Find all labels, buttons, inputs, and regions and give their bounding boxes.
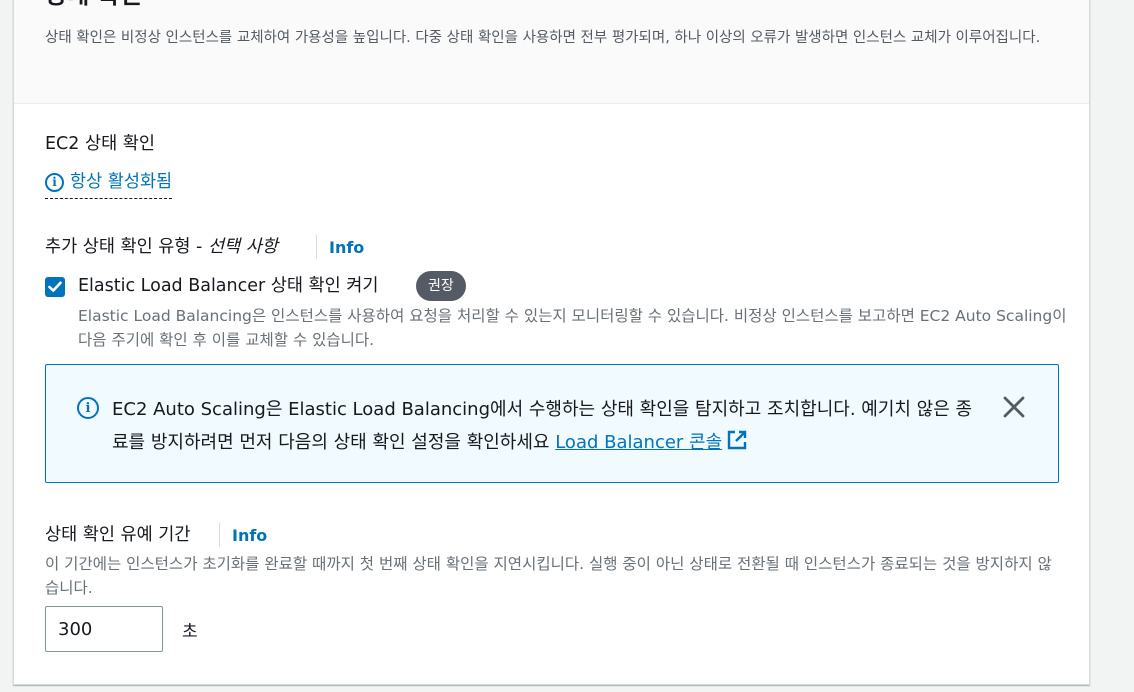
grace-period-help: 이 기간에는 인스턴스가 초기화를 완료할 때까지 첫 번째 상태 확인을 지연… (45, 555, 1052, 597)
always-on-text: 항상 활성화됨 (70, 172, 173, 192)
grace-period-input[interactable]: 300 (45, 606, 163, 652)
additional-types-label: 추가 상태 확인 유형 - 선택 사항 (45, 235, 278, 259)
always-on-popover[interactable]: i 항상 활성화됨 (45, 170, 173, 199)
load-balancer-console-link[interactable]: Load Balancer 콘솔 (555, 430, 748, 453)
info-alert: i EC2 Auto Scaling은 Elastic Load Balanci… (45, 364, 1059, 483)
panel-header: 상태 확인 상태 확인은 비정상 인스턴스를 교체하여 가용성을 높입니다. 다… (14, 0, 1089, 104)
grace-period-info-link[interactable]: Info (232, 524, 267, 548)
alert-link-text: Load Balancer 콘솔 (555, 432, 723, 453)
elb-health-checkbox[interactable] (45, 277, 65, 297)
close-alert-button[interactable] (1002, 395, 1026, 423)
section-description: 상태 확인은 비정상 인스턴스를 교체하여 가용성을 높입니다. 다중 상태 확… (45, 30, 1041, 46)
elb-checkbox-label[interactable]: Elastic Load Balancer 상태 확인 켜기 (78, 274, 379, 298)
additional-types-info-link[interactable]: Info (329, 236, 364, 260)
optional-text: 선택 사항 (207, 237, 278, 257)
health-check-panel: 상태 확인 상태 확인은 비정상 인스턴스를 교체하여 가용성을 높입니다. 다… (13, 0, 1090, 685)
section-title: 상태 확인 (45, 0, 142, 9)
ec2-health-label: EC2 상태 확인 (45, 134, 155, 154)
alert-text: EC2 Auto Scaling은 Elastic Load Balancing… (112, 393, 982, 459)
info-icon: i (45, 172, 64, 192)
elb-help-text: Elastic Load Balancing은 인스턴스를 사용하여 요청을 처… (78, 307, 1067, 349)
recommended-badge: 권장 (416, 271, 466, 301)
additional-types-text: 추가 상태 확인 유형 - (45, 237, 208, 257)
close-icon (1003, 396, 1025, 418)
external-link-icon (727, 430, 747, 450)
grace-period-label: 상태 확인 유예 기간 (45, 525, 191, 545)
alert-info-icon: i (77, 397, 99, 419)
alert-message: EC2 Auto Scaling은 Elastic Load Balancing… (112, 399, 973, 453)
seconds-unit: 초 (182, 622, 198, 642)
info-divider (219, 523, 220, 547)
info-divider (316, 235, 317, 259)
check-icon (48, 281, 62, 292)
